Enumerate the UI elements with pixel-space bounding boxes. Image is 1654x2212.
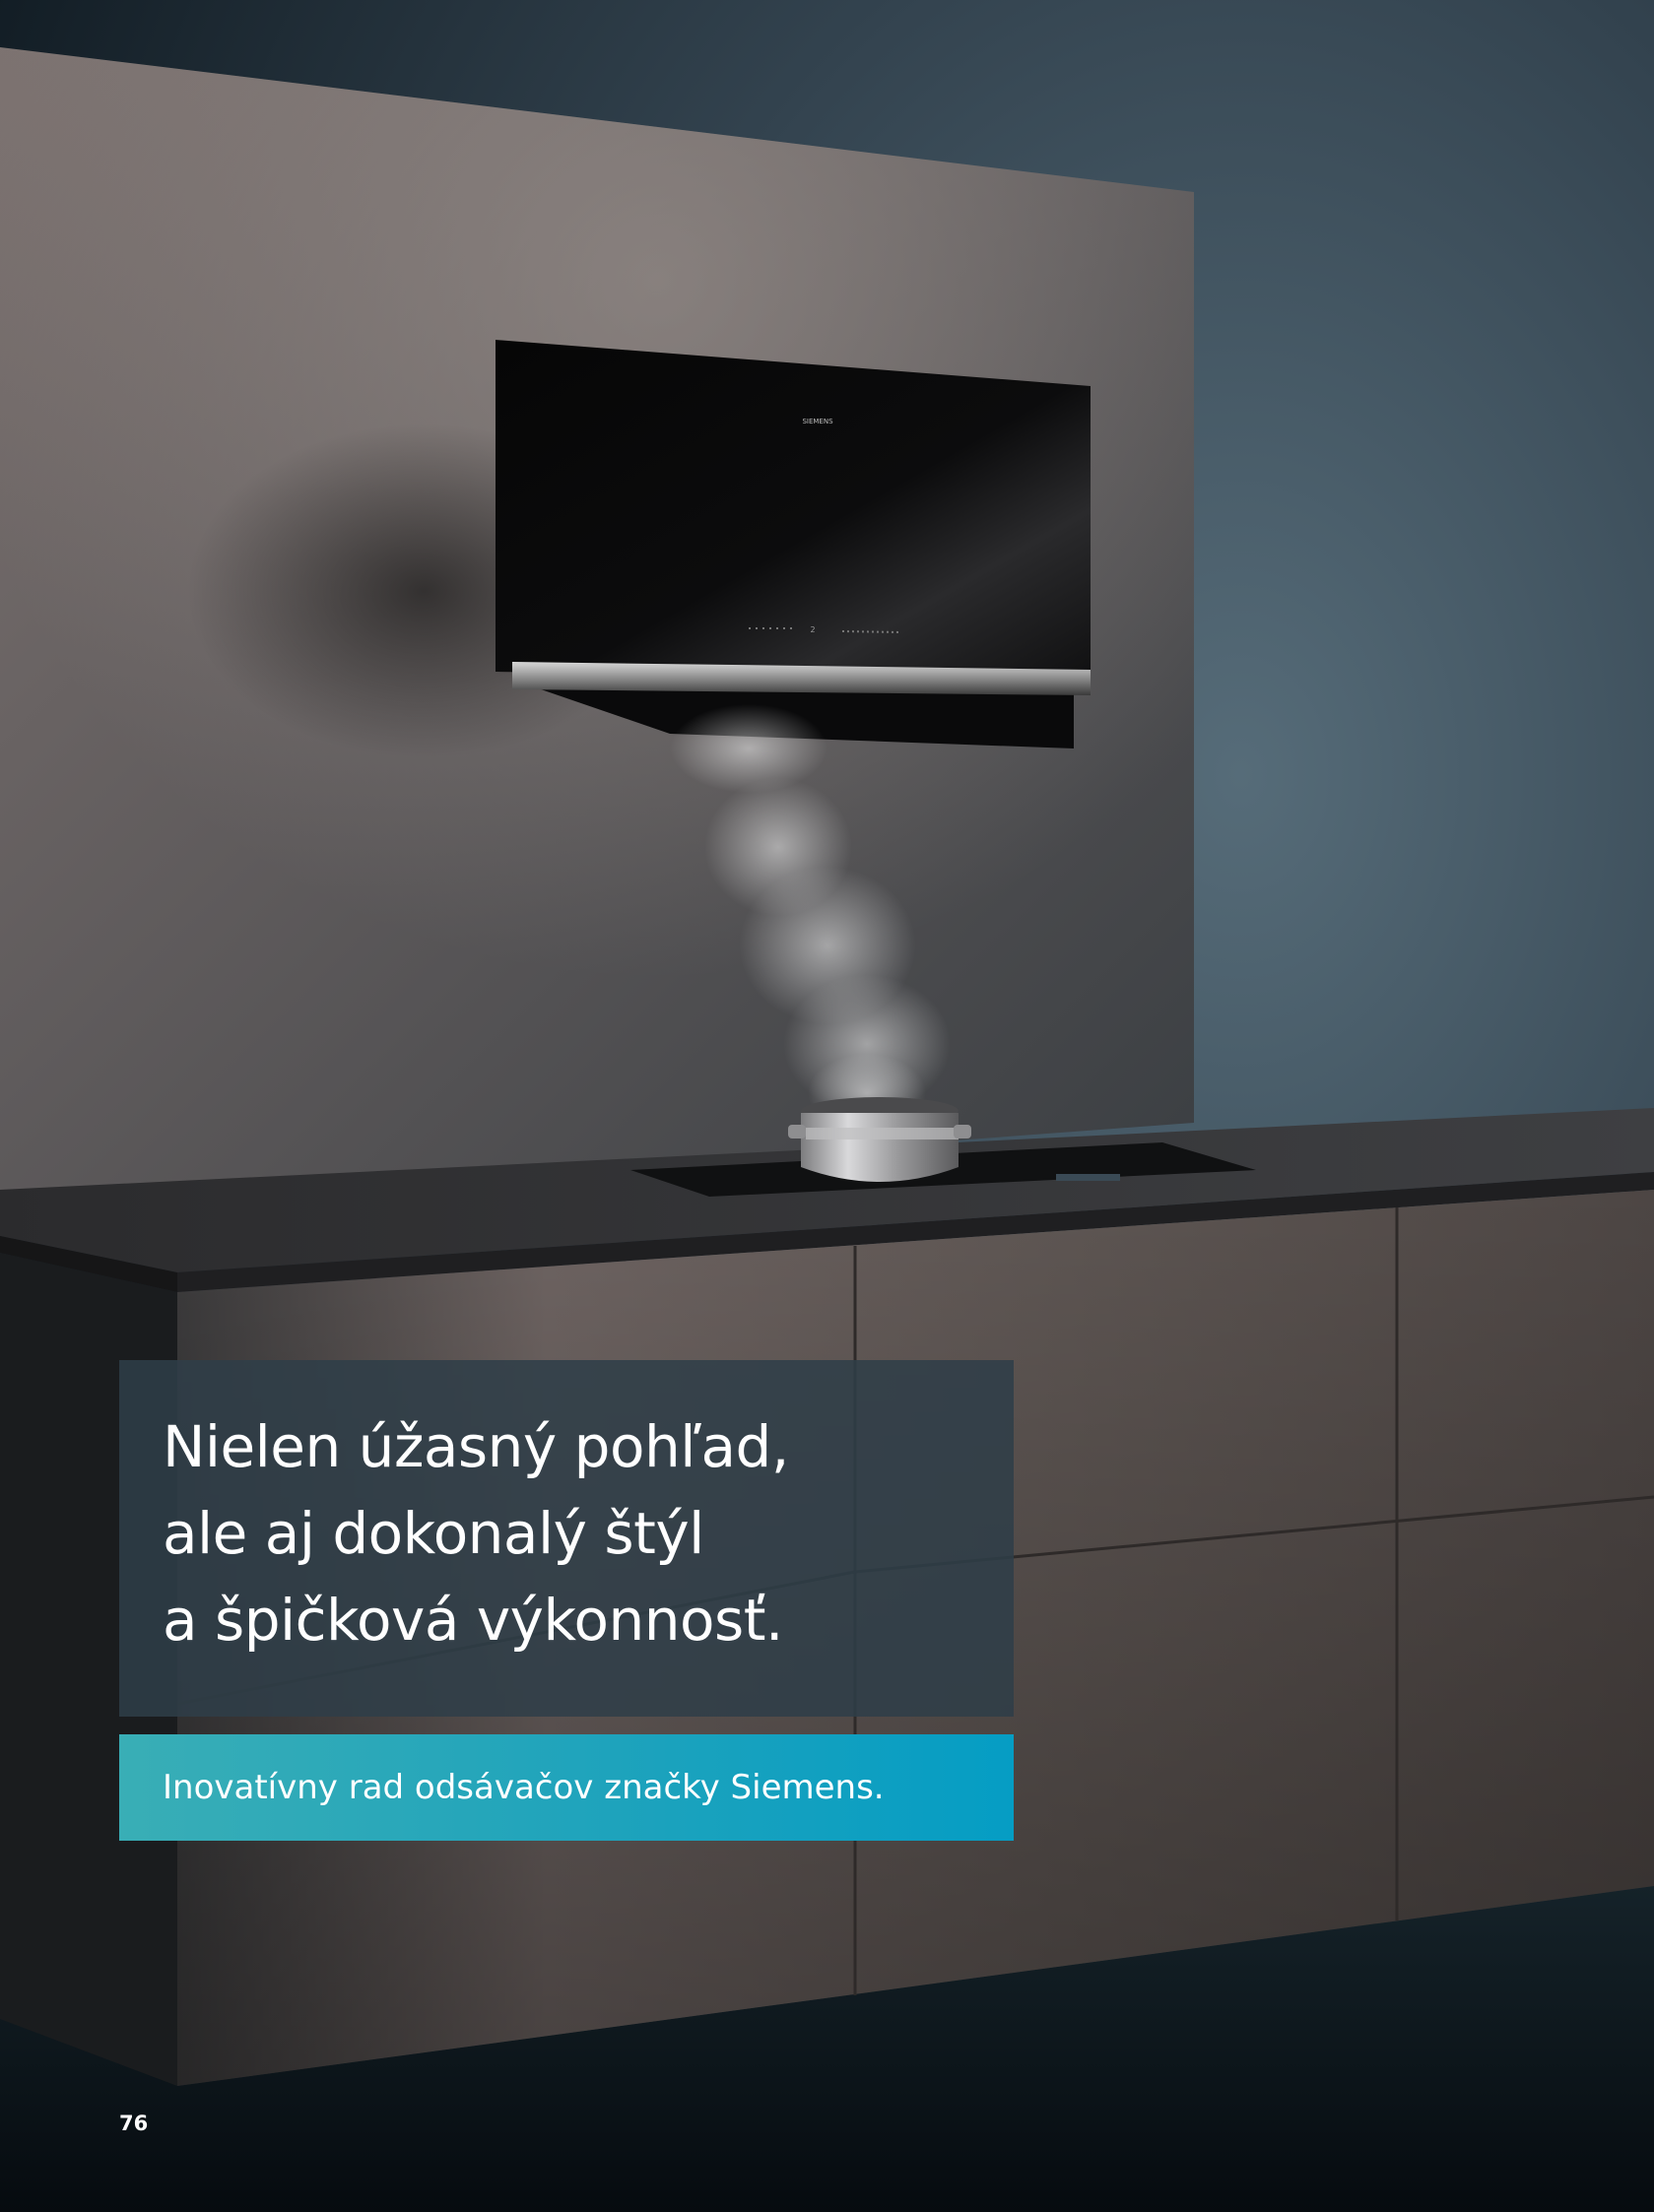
- kitchen-scene-image: SIEMENS 2: [0, 0, 1654, 2212]
- headline-box: Nielen úžasný pohľad, ale aj dokonalý št…: [119, 1360, 1014, 1717]
- hood-display-digit: 2: [810, 625, 815, 634]
- hood-brand-label: SIEMENS: [802, 418, 833, 425]
- page-number: 76: [119, 2112, 149, 2135]
- headline-line-3: a špičková výkonnosť.: [163, 1587, 783, 1654]
- cooking-pot: [788, 1097, 971, 1182]
- subline-text: Inovatívny rad odsávačov značky Siemens.: [163, 1768, 885, 1807]
- cooker-hood: SIEMENS 2: [496, 340, 1091, 748]
- subline-banner: Inovatívny rad odsávačov značky Siemens.: [119, 1734, 1014, 1841]
- headline-line-1: Nielen úžasný pohľad,: [163, 1413, 789, 1480]
- headline-line-2: ale aj dokonalý štýl: [163, 1500, 704, 1567]
